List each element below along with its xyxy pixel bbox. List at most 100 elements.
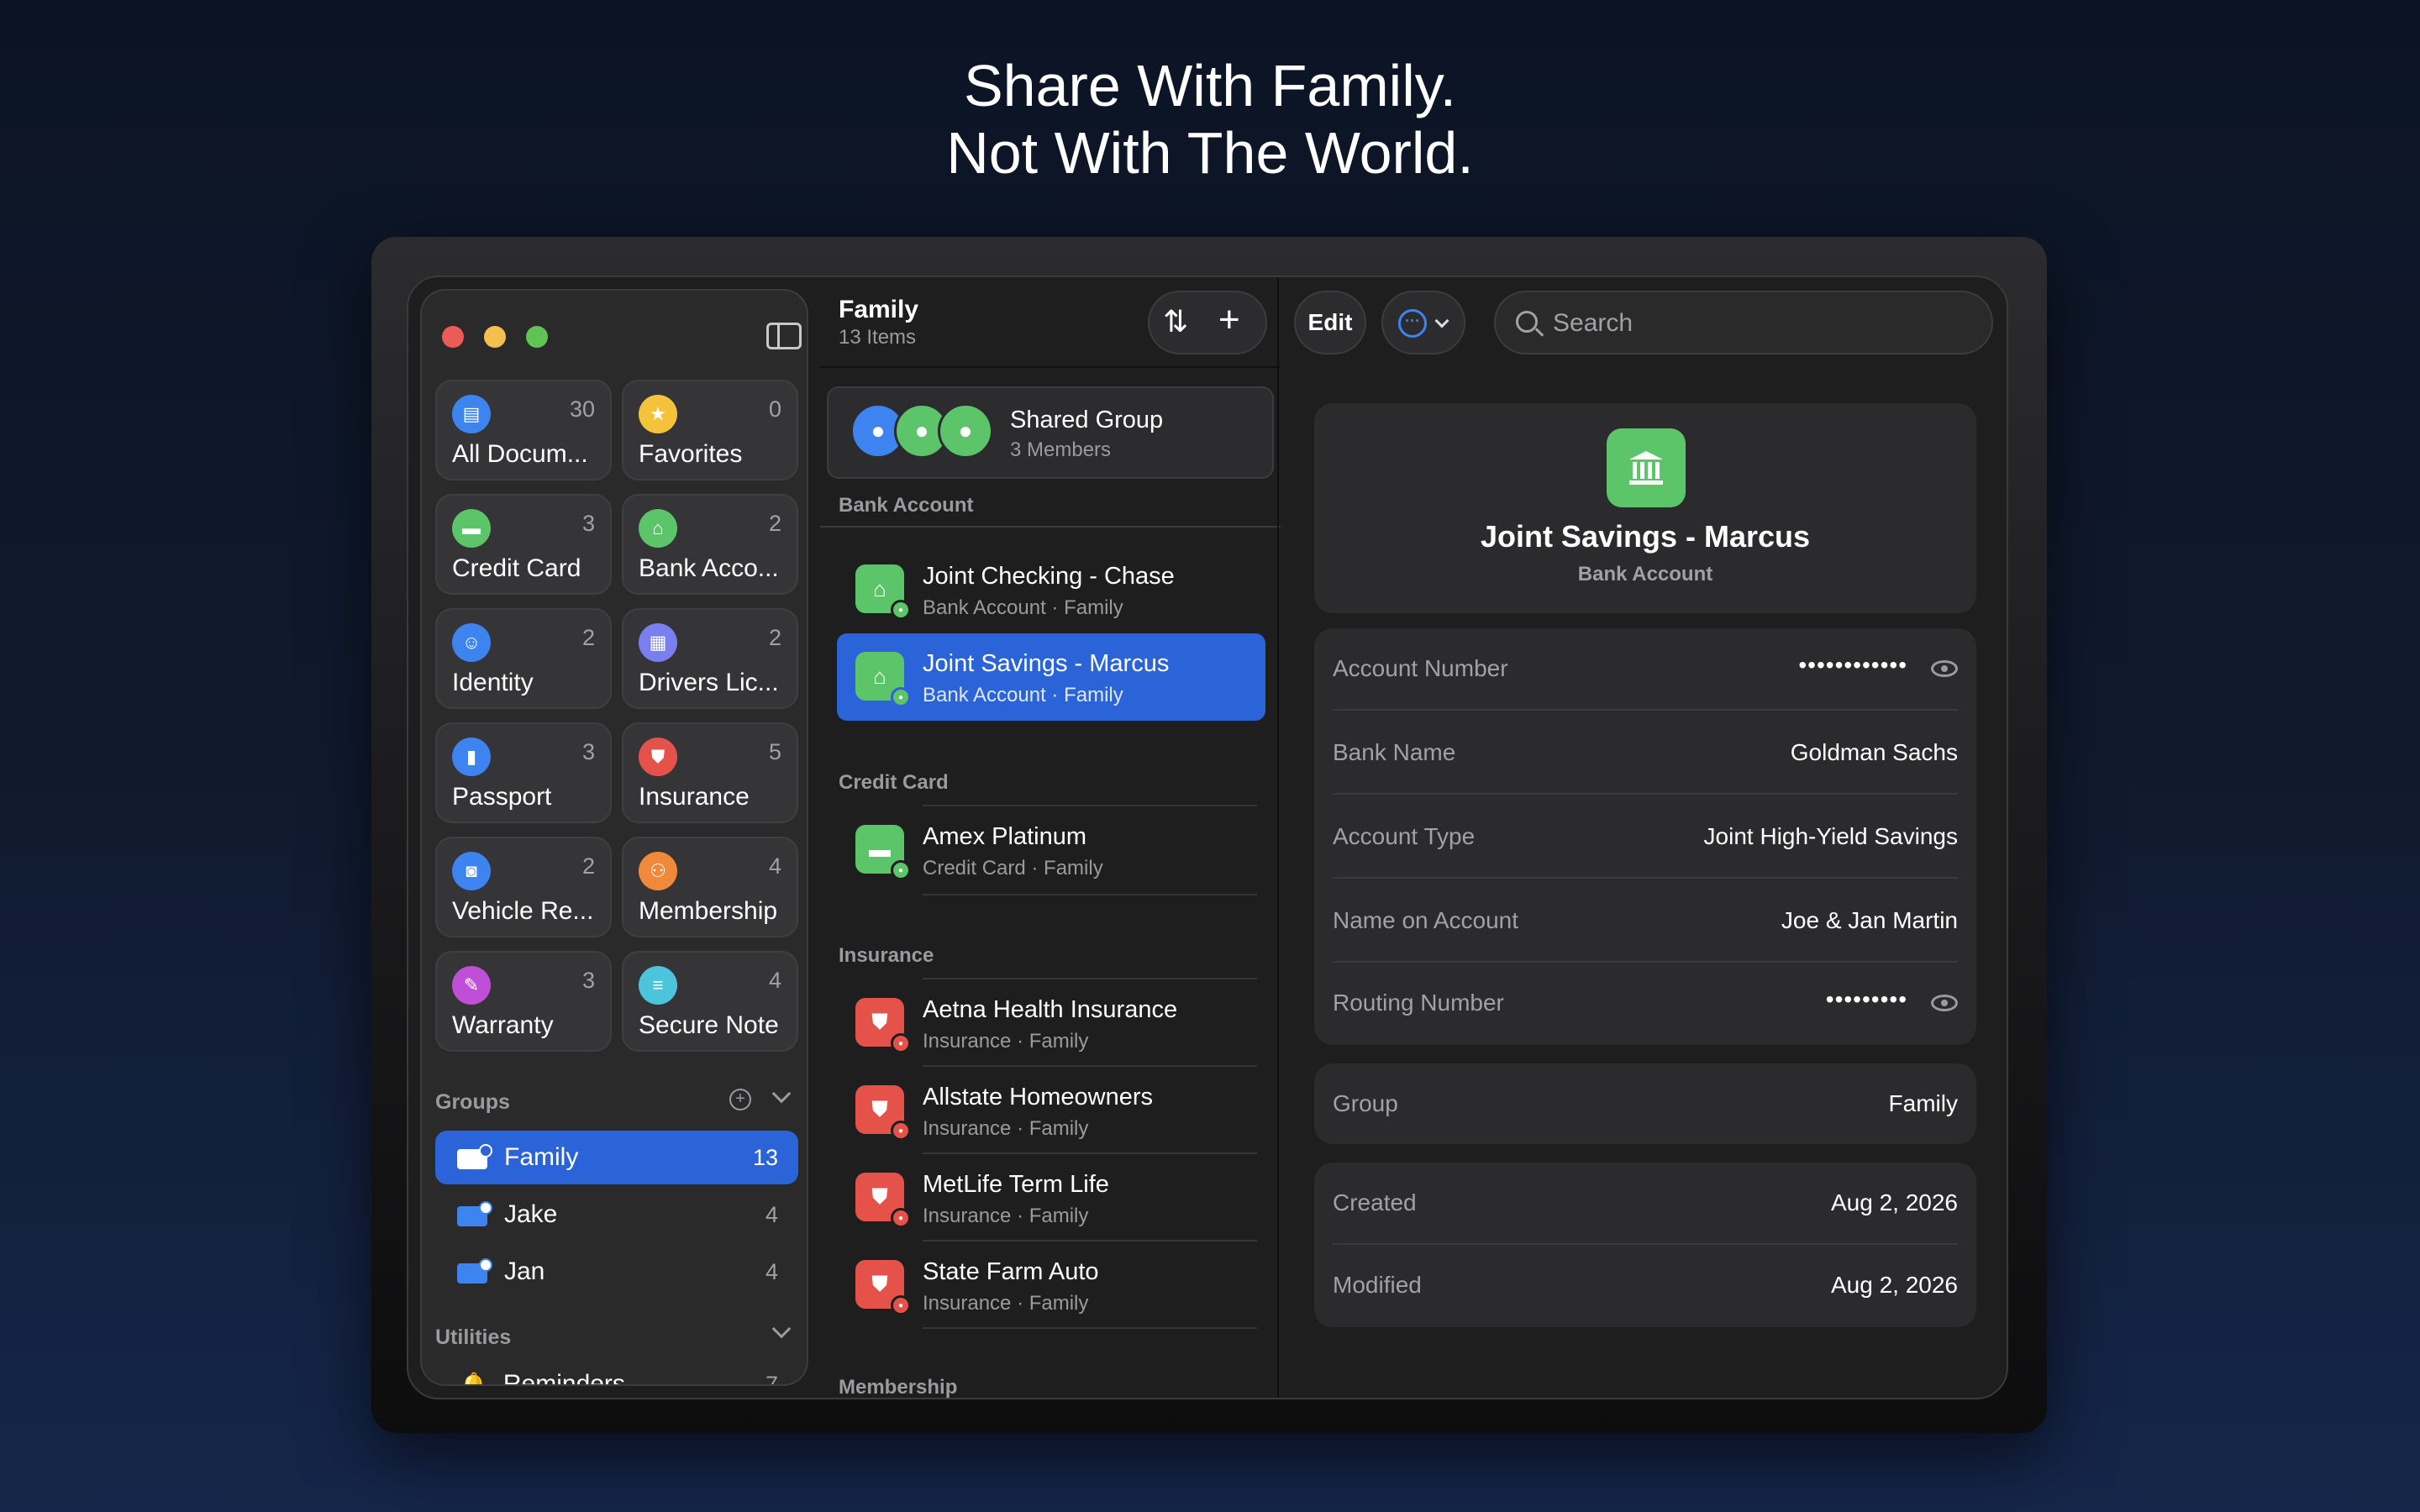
close-window-button[interactable] (442, 326, 464, 348)
tile-count: 4 (768, 968, 781, 993)
shared-badge-icon: ● (891, 860, 911, 880)
eye-icon[interactable] (1931, 660, 1958, 677)
note-icon: ≡ (639, 966, 677, 1005)
section-heading: Insurance (839, 944, 934, 967)
list-item[interactable]: ▬ ● Amex Platinum Credit Card · Family (837, 806, 1265, 894)
field-label: Account Number (1333, 655, 1508, 681)
field-row-group[interactable]: Group Family (1333, 1063, 1958, 1146)
zoom-window-button[interactable] (526, 326, 548, 348)
group-label: Jake (504, 1200, 558, 1228)
item-title: Aetna Health Insurance (923, 996, 1178, 1023)
item-title: State Farm Auto (923, 1258, 1099, 1285)
group-item-family[interactable]: Family 13 (435, 1131, 798, 1184)
detail-pane: Edit ··· Search Joint Savings - Marcus B… (1279, 277, 2007, 1398)
tile-count: 5 (768, 739, 781, 764)
item-subtitle: Insurance · Family (923, 1030, 1089, 1053)
document-icon: ▤ (452, 395, 491, 433)
item-title: Joint Savings - Marcus (1480, 519, 1811, 554)
item-title: Allstate Homeowners (923, 1084, 1153, 1110)
field-value-masked: ••••••••• (1825, 986, 1907, 1012)
field-row-routing-number[interactable]: Routing Number ••••••••• (1333, 963, 1958, 1045)
category-tile-drivers-license[interactable]: ▦ 2 Drivers Lic... (622, 608, 798, 709)
tile-count: 30 (569, 396, 595, 422)
list-item[interactable]: ⛊ ● Allstate Homeowners Insurance · Fami… (837, 1067, 1265, 1154)
section-heading: Bank Account (839, 494, 974, 517)
eye-icon[interactable] (1931, 995, 1958, 1011)
edit-button[interactable]: Edit (1294, 291, 1366, 354)
shared-folder-icon (457, 1144, 492, 1169)
field-value-masked: •••••••••••• (1798, 652, 1907, 678)
avatar: ● (938, 403, 993, 459)
tile-label: Passport (452, 783, 552, 811)
category-tile-insurance[interactable]: ⛊ 5 Insurance (622, 722, 798, 823)
search-field[interactable]: Search (1494, 291, 1993, 354)
field-row-bank-name[interactable]: Bank Name Goldman Sachs (1333, 712, 1958, 795)
utility-item-reminders[interactable]: 🔔 Reminders 7 (435, 1357, 798, 1386)
row-divider (923, 1327, 1257, 1329)
category-tile-passport[interactable]: ▮ 3 Passport (435, 722, 612, 823)
field-label: Name on Account (1333, 907, 1519, 933)
search-placeholder: Search (1553, 309, 1634, 337)
item-subtitle: Bank Account · Family (923, 684, 1123, 706)
category-tile-credit-card[interactable]: ▬ 3 Credit Card (435, 494, 612, 595)
star-icon: ★ (639, 395, 677, 433)
tile-label: Insurance (639, 783, 750, 811)
chevron-down-icon (1434, 313, 1449, 328)
tile-label: Favorites (639, 440, 743, 468)
app-window: ▤ 30 All Docum... ★ 0 Favorites ▬ 3 Cred… (407, 276, 2008, 1399)
shared-badge-icon: ● (891, 1121, 911, 1141)
category-tile-bank-account[interactable]: ⌂ 2 Bank Acco... (622, 494, 798, 595)
group-card: Group Family (1314, 1063, 1976, 1144)
minimize-window-button[interactable] (484, 326, 506, 348)
field-row-created: Created Aug 2, 2026 (1333, 1163, 1958, 1245)
group-label: Family (504, 1143, 579, 1171)
item-subtitle: Credit Card · Family (923, 857, 1103, 879)
headline: Share With Family. Not With The World. (0, 52, 2420, 186)
more-options-button[interactable]: ··· (1381, 291, 1465, 354)
list-item-selected[interactable]: ⌂ ● Joint Savings - Marcus Bank Account … (837, 633, 1265, 721)
tile-count: 3 (581, 968, 595, 993)
credit-card-icon: ▬ (452, 509, 491, 548)
list-item[interactable]: ⌂ ● Joint Checking - Chase Bank Account … (837, 546, 1265, 633)
list-item[interactable]: ⛊ ● State Farm Auto Insurance · Family (837, 1242, 1265, 1329)
chevron-down-icon[interactable] (771, 1319, 792, 1339)
shared-group-card[interactable]: ● ● ● Shared Group 3 Members (827, 386, 1274, 479)
field-row-name-on-account[interactable]: Name on Account Joe & Jan Martin (1333, 880, 1958, 963)
category-tile-membership[interactable]: ⚇ 4 Membership (622, 837, 798, 937)
list-subtitle: 13 Items (839, 326, 917, 349)
tile-count: 2 (581, 853, 595, 879)
category-tile-all-documents[interactable]: ▤ 30 All Docum... (435, 380, 612, 480)
category-tile-vehicle-registration[interactable]: ◙ 2 Vehicle Re... (435, 837, 612, 937)
shared-badge-icon: ● (891, 1033, 911, 1053)
field-value: Aug 2, 2026 (1830, 1272, 1958, 1298)
tile-count: 2 (768, 625, 781, 650)
group-count: 4 (765, 1258, 778, 1284)
add-group-icon[interactable]: + (729, 1089, 751, 1110)
category-tile-secure-note[interactable]: ≡ 4 Secure Note (622, 951, 798, 1052)
category-tile-identity[interactable]: ☺ 2 Identity (435, 608, 612, 709)
list-item[interactable]: ⛊ ● MetLife Term Life Insurance · Family (837, 1154, 1265, 1242)
category-tile-favorites[interactable]: ★ 0 Favorites (622, 380, 798, 480)
field-label: Modified (1333, 1272, 1422, 1298)
field-row-modified: Modified Aug 2, 2026 (1333, 1245, 1958, 1327)
group-item-jan[interactable]: Jan 4 (435, 1245, 798, 1299)
group-item-jake[interactable]: Jake 4 (435, 1188, 798, 1242)
sidebar-toggle-icon[interactable] (766, 323, 802, 349)
shared-folder-icon (457, 1201, 492, 1226)
category-tile-warranty[interactable]: ✎ 3 Warranty (435, 951, 612, 1052)
group-count: 4 (765, 1201, 778, 1227)
sort-icon[interactable]: ⇅ (1163, 304, 1188, 339)
chevron-down-icon[interactable] (771, 1084, 792, 1104)
add-item-icon[interactable]: + (1218, 299, 1240, 341)
list-item[interactable]: ⛊ ● Aetna Health Insurance Insurance · F… (837, 979, 1265, 1067)
field-row-account-type[interactable]: Account Type Joint High-Yield Savings (1333, 796, 1958, 879)
search-icon-handle (1534, 328, 1544, 337)
item-subtitle: Bank Account · Family (923, 596, 1123, 619)
item-title: Joint Savings - Marcus (923, 650, 1170, 677)
utility-label: Reminders (502, 1370, 625, 1386)
field-row-account-number[interactable]: Account Number •••••••••••• (1333, 628, 1958, 711)
groups-heading: Groups (435, 1090, 510, 1114)
tile-count: 3 (581, 739, 595, 764)
shared-badge-icon: ● (891, 1208, 911, 1228)
item-title: Amex Platinum (923, 823, 1087, 850)
